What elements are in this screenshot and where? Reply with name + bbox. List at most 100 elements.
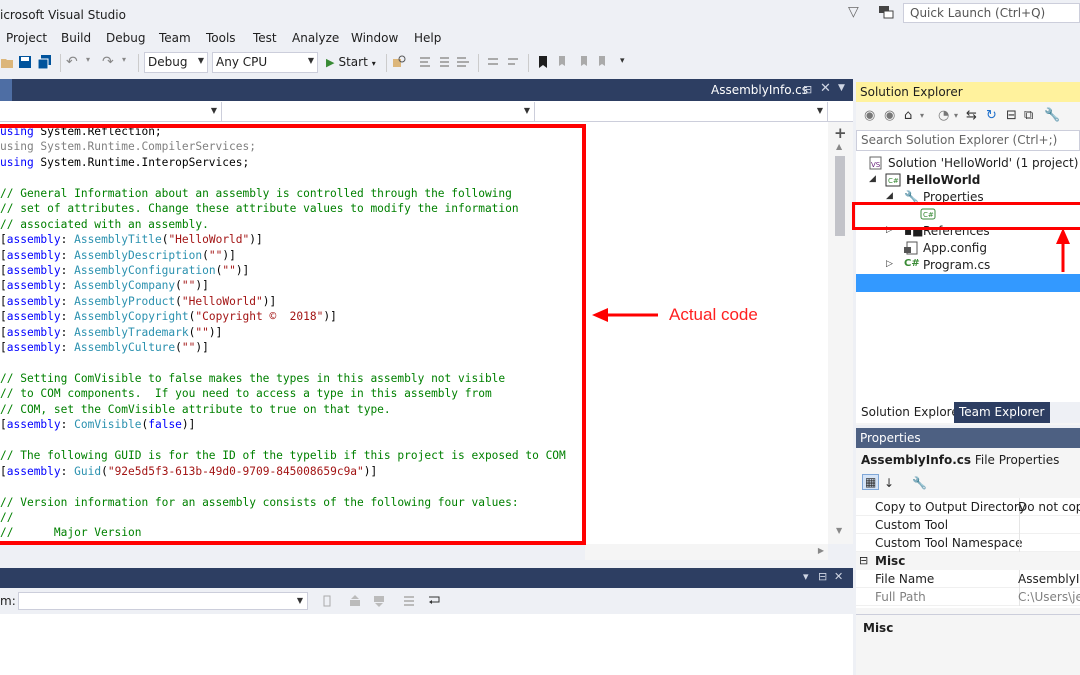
collapse-arrow-icon[interactable]: ◢ (886, 191, 893, 201)
save-all-icon[interactable] (38, 55, 52, 69)
expand-arrow-icon[interactable]: ▷ (886, 259, 893, 269)
property-pages-icon[interactable]: 🔧 (912, 476, 927, 490)
find-icon[interactable] (392, 55, 406, 69)
toolbar-separator (386, 54, 387, 72)
start-button[interactable]: ▶ Start ▾ (326, 55, 376, 69)
chevron-down-icon[interactable]: ▾ (920, 111, 924, 120)
redo-icon[interactable]: ↷ (102, 54, 114, 70)
tree-item-project[interactable]: ◢ C# HelloWorld (856, 172, 1080, 189)
refresh-icon[interactable]: ↻ (986, 108, 997, 123)
output-pane[interactable] (0, 614, 853, 675)
filter-icon[interactable]: ▽ (848, 4, 859, 20)
type-dropdown[interactable]: ▼ (223, 102, 535, 121)
scroll-right-icon[interactable]: ▶ (818, 546, 824, 555)
home-icon[interactable]: ⌂ (904, 108, 912, 123)
split-icon[interactable]: + (834, 124, 847, 142)
tree-item-solution[interactable]: VS Solution 'HelloWorld' (1 project) (856, 155, 1080, 172)
tab-solution-explorer[interactable]: Solution Explorer (856, 402, 969, 423)
menu-build[interactable]: Build (61, 31, 91, 45)
menu-test[interactable]: Test (253, 31, 277, 45)
bookmark-icon[interactable] (536, 55, 550, 69)
sync-icon[interactable]: ⇆ (966, 108, 977, 123)
tree-item-appconfig[interactable]: App.config (856, 240, 1080, 257)
alphabetical-icon[interactable]: ↓ (884, 476, 894, 490)
configuration-select[interactable]: Debug ▼ (144, 52, 208, 73)
object-type: File Properties (974, 453, 1060, 467)
properties-object-selector[interactable]: AssemblyInfo.cs File Properties (856, 448, 1080, 472)
quick-launch-input[interactable]: Quick Launch (Ctrl+Q) (903, 3, 1080, 23)
chevron-down-icon[interactable]: ▾ (803, 570, 809, 583)
scroll-thumb[interactable] (835, 156, 845, 236)
tree-item-program[interactable]: ▷ C# Program.cs (856, 257, 1080, 274)
collapse-all-icon[interactable]: ⊟ (1006, 108, 1017, 123)
editor-horizontal-scrollbar[interactable]: ▶ (585, 544, 828, 560)
solution-explorer-search[interactable]: Search Solution Explorer (Ctrl+;) (856, 130, 1080, 151)
property-row[interactable]: Custom Tool Namespace (856, 534, 1080, 552)
collapse-box-icon[interactable]: ⊟ (859, 554, 868, 567)
scroll-up-icon[interactable]: ▲ (836, 142, 842, 151)
menu-window[interactable]: Window (351, 31, 398, 45)
redo-dropdown-icon[interactable]: ▾ (122, 55, 126, 64)
property-row[interactable]: Copy to Output Directory Do not copy (856, 498, 1080, 516)
start-label: Start (338, 55, 368, 69)
properties-icon[interactable]: 🔧 (1044, 108, 1060, 123)
forward-icon[interactable]: ◉ (884, 108, 895, 123)
menu-help[interactable]: Help (414, 31, 441, 45)
column-divider (1019, 516, 1020, 534)
menu-project[interactable]: Project (6, 31, 47, 45)
find-message-icon[interactable] (322, 594, 336, 608)
menu-debug[interactable]: Debug (106, 31, 145, 45)
property-value[interactable]: Do not copy (1018, 500, 1080, 514)
word-wrap-icon[interactable] (428, 594, 442, 608)
back-icon[interactable]: ◉ (864, 108, 875, 123)
toolbar-overflow-icon[interactable]: ▾ (620, 56, 625, 66)
object-name: AssemblyInfo.cs (861, 453, 972, 467)
comment-icon[interactable] (486, 55, 500, 69)
output-source-select[interactable]: ▼ (18, 592, 308, 610)
next-message-icon[interactable] (372, 594, 386, 608)
property-value[interactable]: AssemblyInfo.cs (1018, 572, 1080, 586)
next-bookmark-icon[interactable] (576, 55, 590, 69)
clear-bookmarks-icon[interactable] (596, 55, 610, 69)
property-category[interactable]: ⊟ Misc (856, 552, 1080, 570)
tab-assemblyinfo[interactable]: AssemblyInfo.cs (705, 81, 814, 101)
outdent-icon[interactable] (456, 55, 470, 69)
pin-icon[interactable]: ⊟ (803, 83, 812, 96)
collapse-arrow-icon[interactable]: ◢ (869, 174, 876, 184)
clear-all-icon[interactable] (402, 594, 416, 608)
chevron-down-icon[interactable]: ▾ (954, 111, 958, 120)
tab-team-explorer[interactable]: Team Explorer (954, 402, 1050, 423)
solution-explorer-header: Solution Explorer (856, 82, 1080, 102)
pending-changes-icon[interactable]: ◔ (938, 108, 949, 123)
chevron-down-icon: ▼ (296, 596, 303, 605)
pin-icon[interactable]: ⊟ (818, 570, 827, 583)
menu-team[interactable]: Team (159, 31, 191, 45)
uncomment-icon[interactable] (506, 55, 520, 69)
platform-select[interactable]: Any CPU ▼ (212, 52, 318, 73)
editor-vertical-scrollbar[interactable]: + ▲ ▼ (828, 122, 853, 544)
prev-message-icon[interactable] (348, 594, 362, 608)
chevron-down-icon[interactable]: ▼ (838, 83, 845, 93)
indent-icon[interactable] (436, 55, 450, 69)
close-icon[interactable]: ✕ (820, 81, 831, 96)
open-file-icon[interactable] (0, 55, 14, 69)
chevron-down-icon: ▼ (210, 106, 217, 115)
menu-tools[interactable]: Tools (206, 31, 236, 45)
feedback-icon[interactable] (878, 5, 894, 19)
close-icon[interactable]: ✕ (834, 570, 843, 583)
categorized-icon[interactable]: ▦ (862, 474, 880, 490)
save-icon[interactable] (18, 55, 32, 69)
undo-icon[interactable]: ↶ (66, 54, 78, 70)
project-dropdown[interactable]: ▼ (0, 102, 222, 121)
property-row[interactable]: Custom Tool (856, 516, 1080, 534)
scroll-down-icon[interactable]: ▼ (836, 526, 842, 535)
show-all-files-icon[interactable]: ⧉ (1024, 108, 1033, 123)
window-title: icrosoft Visual Studio (0, 8, 126, 22)
menu-analyze[interactable]: Analyze (292, 31, 339, 45)
property-row[interactable]: File Name AssemblyInfo.cs (856, 570, 1080, 588)
step-icon[interactable] (418, 55, 432, 69)
prev-bookmark-icon[interactable] (556, 55, 570, 69)
undo-dropdown-icon[interactable]: ▾ (86, 55, 90, 64)
member-dropdown[interactable]: ▼ (536, 102, 828, 121)
property-row[interactable]: Full Path C:\Users\jer (856, 588, 1080, 606)
